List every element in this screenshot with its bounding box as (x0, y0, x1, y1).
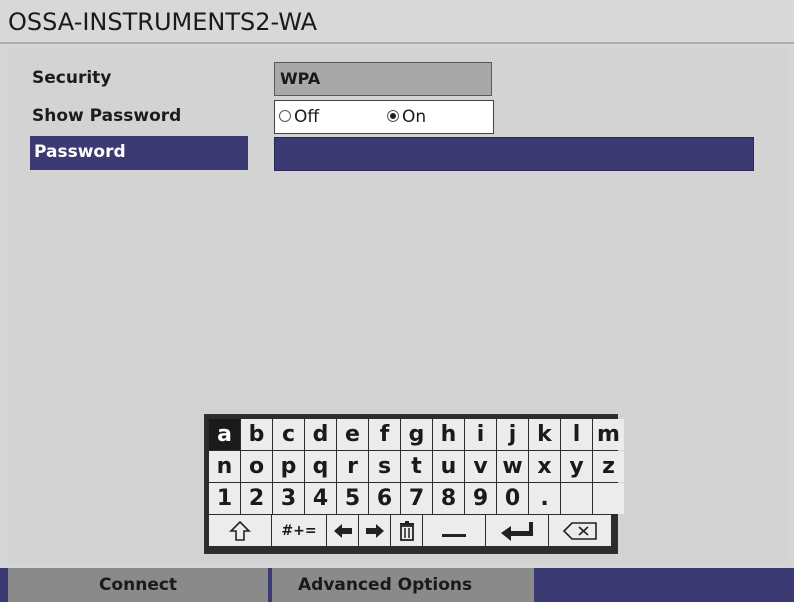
key-1[interactable]: 1 (209, 483, 240, 514)
key-period[interactable]: . (529, 483, 560, 514)
bottom-bar: Connect Advanced Options (0, 568, 794, 602)
keyboard-letter-grid: a b c d e f g h i j k l m n o p q r s t (209, 419, 624, 514)
radio-off-label: Off (294, 107, 320, 127)
key-6[interactable]: 6 (369, 483, 400, 514)
key-c[interactable]: c (273, 419, 304, 450)
key-m[interactable]: m (593, 419, 624, 450)
wifi-settings-panel: Security WPA Show Password Off On Passwo… (8, 48, 788, 564)
key-i[interactable]: i (465, 419, 496, 450)
show-password-radio-group: Off On (274, 100, 494, 134)
space-key[interactable] (423, 515, 485, 546)
backspace-key[interactable] (549, 515, 611, 546)
key-0[interactable]: 0 (497, 483, 528, 514)
enter-key[interactable] (486, 515, 548, 546)
key-g[interactable]: g (401, 419, 432, 450)
on-screen-keyboard: a b c d e f g h i j k l m n o p q r s t (204, 414, 624, 554)
radio-off-icon (279, 110, 291, 122)
arrow-right-icon (365, 523, 384, 538)
radio-on-icon (387, 110, 399, 122)
key-7[interactable]: 7 (401, 483, 432, 514)
key-3[interactable]: 3 (273, 483, 304, 514)
delete-all-key[interactable] (391, 515, 422, 546)
key-8[interactable]: 8 (433, 483, 464, 514)
softkey-empty (538, 568, 794, 602)
key-w[interactable]: w (497, 451, 528, 482)
key-q[interactable]: q (305, 451, 336, 482)
password-input[interactable] (274, 137, 754, 171)
key-y[interactable]: y (561, 451, 592, 482)
backspace-icon (562, 521, 597, 540)
radio-on-label: On (402, 107, 427, 127)
keyboard-function-row: #+= (209, 515, 611, 546)
key-b[interactable]: b (241, 419, 272, 450)
key-x[interactable]: x (529, 451, 560, 482)
key-o[interactable]: o (241, 451, 272, 482)
key-p[interactable]: p (273, 451, 304, 482)
key-9[interactable]: 9 (465, 483, 496, 514)
key-4[interactable]: 4 (305, 483, 336, 514)
radio-off[interactable]: Off (279, 107, 319, 127)
screen: OSSA-INSTRUMENTS2-WA Security WPA Show P… (0, 0, 794, 602)
enter-icon (501, 521, 533, 541)
key-u[interactable]: u (433, 451, 464, 482)
show-password-label: Show Password (32, 106, 182, 126)
key-l[interactable]: l (561, 419, 592, 450)
shift-key[interactable] (209, 515, 271, 546)
key-blank (593, 483, 624, 514)
security-select[interactable]: WPA (274, 62, 492, 96)
advanced-options-button[interactable]: Advanced Options (272, 568, 534, 602)
key-k[interactable]: k (529, 419, 560, 450)
key-n[interactable]: n (209, 451, 240, 482)
key-e[interactable]: e (337, 419, 368, 450)
trash-icon (399, 520, 414, 541)
space-icon (442, 533, 466, 537)
arrow-left-key[interactable] (327, 515, 358, 546)
key-t[interactable]: t (401, 451, 432, 482)
shift-icon (229, 520, 251, 541)
arrow-left-icon (333, 523, 352, 538)
key-f[interactable]: f (369, 419, 400, 450)
key-2[interactable]: 2 (241, 483, 272, 514)
symbols-key[interactable]: #+= (272, 515, 326, 546)
radio-on[interactable]: On (387, 107, 426, 127)
key-5[interactable]: 5 (337, 483, 368, 514)
key-v[interactable]: v (465, 451, 496, 482)
connect-button[interactable]: Connect (8, 568, 268, 602)
security-label: Security (32, 68, 112, 88)
password-label: Password (34, 142, 126, 162)
arrow-right-key[interactable] (359, 515, 390, 546)
password-label-highlight: Password (30, 136, 248, 170)
title-bar: OSSA-INSTRUMENTS2-WA (0, 0, 794, 44)
key-blank (561, 483, 592, 514)
key-a[interactable]: a (209, 419, 240, 450)
security-value: WPA (280, 69, 321, 88)
window-title: OSSA-INSTRUMENTS2-WA (8, 8, 318, 36)
key-d[interactable]: d (305, 419, 336, 450)
key-h[interactable]: h (433, 419, 464, 450)
key-z[interactable]: z (593, 451, 624, 482)
key-r[interactable]: r (337, 451, 368, 482)
key-j[interactable]: j (497, 419, 528, 450)
key-s[interactable]: s (369, 451, 400, 482)
